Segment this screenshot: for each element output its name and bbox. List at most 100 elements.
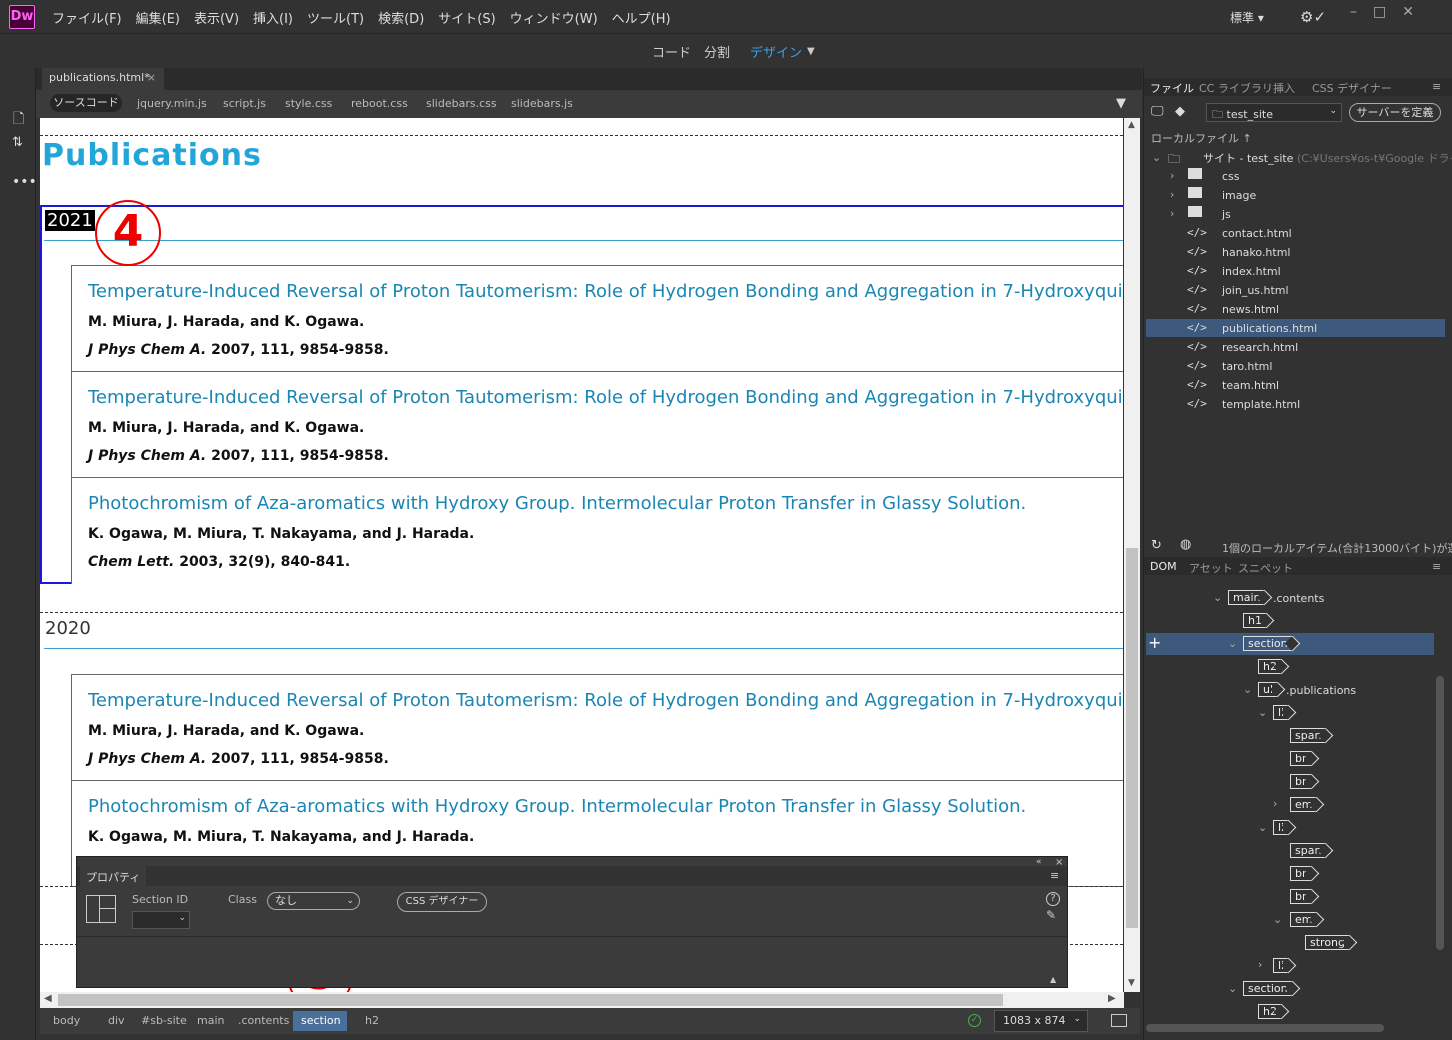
related-file-slidebars-css[interactable]: slidebars.css bbox=[426, 96, 497, 112]
expand-icon[interactable]: ▲ bbox=[1050, 975, 1056, 984]
live-preview-icon[interactable] bbox=[1111, 1014, 1127, 1027]
chevron-down-icon[interactable]: ⌄ bbox=[1228, 982, 1237, 995]
scroll-thumb[interactable] bbox=[58, 994, 1003, 1006]
horizontal-scrollbar[interactable]: ◀ ▶ bbox=[40, 992, 1124, 1008]
chevron-down-icon[interactable]: ⌄ bbox=[1213, 591, 1222, 604]
file-item[interactable]: research.html bbox=[1222, 341, 1298, 354]
menu-find[interactable]: 検索(D) bbox=[378, 12, 424, 27]
breadcrumb-section[interactable]: section bbox=[293, 1011, 347, 1031]
refresh-icon[interactable]: ↻ bbox=[1151, 538, 1162, 553]
minimize-icon[interactable]: – bbox=[1350, 4, 1373, 20]
file-item[interactable]: hanako.html bbox=[1222, 246, 1291, 259]
chevron-right-icon[interactable]: › bbox=[1170, 169, 1174, 182]
dom-node-li[interactable]: li bbox=[1273, 705, 1289, 720]
tab-dom[interactable]: DOM bbox=[1150, 560, 1177, 573]
class-select[interactable]: なし ⌄ bbox=[267, 892, 360, 910]
site-select[interactable]: 🗀 test_site ⌄ bbox=[1206, 103, 1342, 122]
site-root[interactable]: サイト - test_site (C:¥Users¥os-t¥Google ドラ… bbox=[1203, 150, 1452, 166]
split-view-button[interactable]: 分割 bbox=[704, 42, 730, 61]
related-file-script[interactable]: script.js bbox=[223, 96, 266, 112]
git-icon[interactable]: ◆ bbox=[1175, 104, 1185, 119]
dom-node-em[interactable]: em bbox=[1290, 797, 1317, 812]
chevron-down-icon[interactable]: ⌄ bbox=[1243, 683, 1252, 696]
menu-edit[interactable]: 編集(E) bbox=[136, 12, 180, 27]
related-file-style[interactable]: style.css bbox=[285, 96, 332, 112]
filter-icon[interactable]: ▼ bbox=[1116, 96, 1126, 111]
tab-assets[interactable]: アセット bbox=[1189, 560, 1233, 576]
tab-files[interactable]: ファイル bbox=[1150, 80, 1194, 96]
css-designer-button[interactable]: CSS デザイナー bbox=[397, 892, 487, 912]
dom-node-li[interactable]: li bbox=[1273, 958, 1289, 973]
file-item[interactable]: index.html bbox=[1222, 265, 1281, 278]
related-file-reboot[interactable]: reboot.css bbox=[351, 96, 408, 112]
local-files-header[interactable]: ローカルファイル ↑ bbox=[1151, 130, 1252, 146]
vertical-scrollbar[interactable]: ▲ ▼ bbox=[1124, 118, 1140, 992]
menu-tools[interactable]: ツール(T) bbox=[307, 12, 364, 27]
file-management-icon[interactable]: ⇅ bbox=[12, 135, 23, 150]
folder-js[interactable]: js bbox=[1222, 208, 1231, 221]
dom-node-em[interactable]: em bbox=[1290, 912, 1317, 927]
dom-scrollbar[interactable] bbox=[1436, 676, 1444, 950]
tab-css-designer[interactable]: CSS デザイナー bbox=[1312, 80, 1392, 96]
dom-node-br[interactable]: br bbox=[1290, 751, 1311, 766]
breadcrumb-sb-site[interactable]: #sb-site bbox=[141, 1013, 187, 1029]
folder-css[interactable]: css bbox=[1222, 170, 1240, 183]
related-file-jquery[interactable]: jquery.min.js bbox=[137, 96, 207, 112]
breadcrumb-body[interactable]: body bbox=[53, 1013, 80, 1029]
chevron-down-icon[interactable]: ⌄ bbox=[1273, 913, 1282, 926]
edit-icon[interactable]: ✎ bbox=[1046, 908, 1056, 922]
tab-insert[interactable]: 挿入 bbox=[1273, 80, 1295, 96]
file-item[interactable]: join_us.html bbox=[1222, 284, 1289, 297]
file-item[interactable]: contact.html bbox=[1222, 227, 1292, 240]
chevron-down-icon[interactable]: ▼ bbox=[807, 46, 815, 57]
menu-insert[interactable]: 挿入(I) bbox=[253, 12, 293, 27]
breadcrumb-main[interactable]: main bbox=[197, 1013, 224, 1029]
dom-node-br[interactable]: br bbox=[1290, 866, 1311, 881]
dom-node-li[interactable]: li bbox=[1273, 820, 1289, 835]
panel-menu-icon[interactable]: ≡ bbox=[1432, 80, 1441, 93]
menu-window[interactable]: ウィンドウ(W) bbox=[510, 12, 598, 27]
dom-node-section[interactable]: section bbox=[1243, 636, 1292, 651]
close-tab-icon[interactable]: × bbox=[147, 68, 156, 88]
menu-file[interactable]: ファイル(F) bbox=[52, 12, 122, 27]
dom-hscrollbar[interactable] bbox=[1146, 1024, 1384, 1032]
source-code-tab[interactable]: ソースコード bbox=[50, 94, 122, 112]
dom-node-strong[interactable]: strong bbox=[1305, 935, 1350, 950]
dom-node-h2[interactable]: h2 bbox=[1258, 1004, 1281, 1019]
maximize-icon[interactable]: □ bbox=[1373, 4, 1402, 20]
connect-icon[interactable]: 🖵 bbox=[1151, 104, 1164, 119]
breadcrumb-h2[interactable]: h2 bbox=[365, 1013, 379, 1029]
close-icon[interactable]: ✕ bbox=[1402, 4, 1430, 20]
menu-help[interactable]: ヘルプ(H) bbox=[612, 12, 671, 27]
dom-node-ul[interactable]: ul bbox=[1258, 682, 1278, 697]
more-tools-icon[interactable]: ••• bbox=[12, 174, 37, 190]
dom-node-br[interactable]: br bbox=[1290, 889, 1311, 904]
tab-snippets[interactable]: スニペット bbox=[1238, 560, 1293, 576]
sync-settings-icon[interactable]: ⚙✓ bbox=[1300, 8, 1326, 26]
menu-site[interactable]: サイト(S) bbox=[438, 12, 495, 27]
design-view-button[interactable]: デザイン bbox=[750, 42, 802, 61]
file-item[interactable]: taro.html bbox=[1222, 360, 1272, 373]
dom-node-section[interactable]: section bbox=[1243, 981, 1292, 996]
chevron-right-icon[interactable]: › bbox=[1258, 958, 1262, 971]
chevron-down-icon[interactable]: ⌄ bbox=[1258, 821, 1267, 834]
section-id-field[interactable]: ⌄ bbox=[132, 911, 190, 929]
related-file-slidebars-js[interactable]: slidebars.js bbox=[511, 96, 573, 112]
dom-node-span[interactable]: span bbox=[1290, 843, 1326, 858]
globe-icon[interactable]: ◍ bbox=[1180, 537, 1191, 552]
window-size-select[interactable]: 1083 x 874 ⌄ bbox=[994, 1010, 1088, 1032]
file-item-selected[interactable]: publications.html bbox=[1222, 322, 1317, 335]
chevron-right-icon[interactable]: › bbox=[1170, 188, 1174, 201]
add-element-icon[interactable]: + bbox=[1148, 633, 1161, 652]
document-tab[interactable]: publications.html* × bbox=[42, 68, 164, 90]
define-server-button[interactable]: サーバーを定義 bbox=[1349, 103, 1441, 122]
file-item[interactable]: team.html bbox=[1222, 379, 1279, 392]
menu-view[interactable]: 表示(V) bbox=[194, 12, 239, 27]
scroll-thumb[interactable] bbox=[1126, 548, 1138, 928]
chevron-down-icon[interactable]: ⌄ bbox=[1152, 151, 1161, 164]
open-document-icon[interactable]: 🗋 bbox=[13, 108, 24, 132]
folder-image[interactable]: image bbox=[1222, 189, 1256, 202]
dom-node-span[interactable]: span bbox=[1290, 728, 1326, 743]
chevron-down-icon[interactable]: ⌄ bbox=[1228, 637, 1237, 650]
no-errors-icon[interactable]: ✓ bbox=[968, 1014, 981, 1027]
